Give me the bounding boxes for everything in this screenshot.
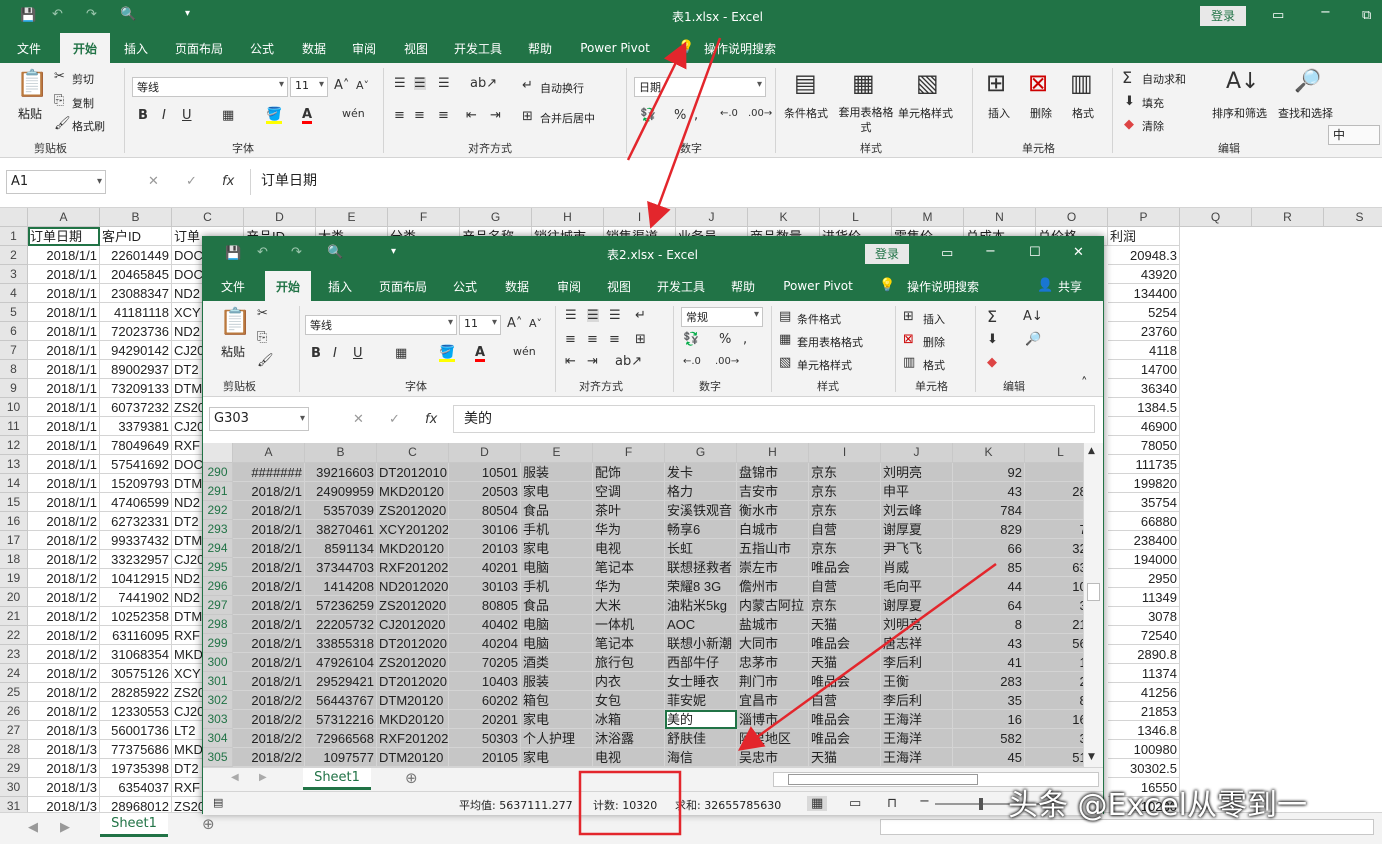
annotation-overlay (578, 37, 997, 836)
annotation-arrow (626, 41, 687, 161)
annotation-arrow (737, 562, 997, 751)
annotation-arrow (647, 37, 722, 229)
watermark: 头条 @Excel从零到一 (1008, 788, 1308, 823)
annotation-highlight-box (578, 770, 682, 836)
